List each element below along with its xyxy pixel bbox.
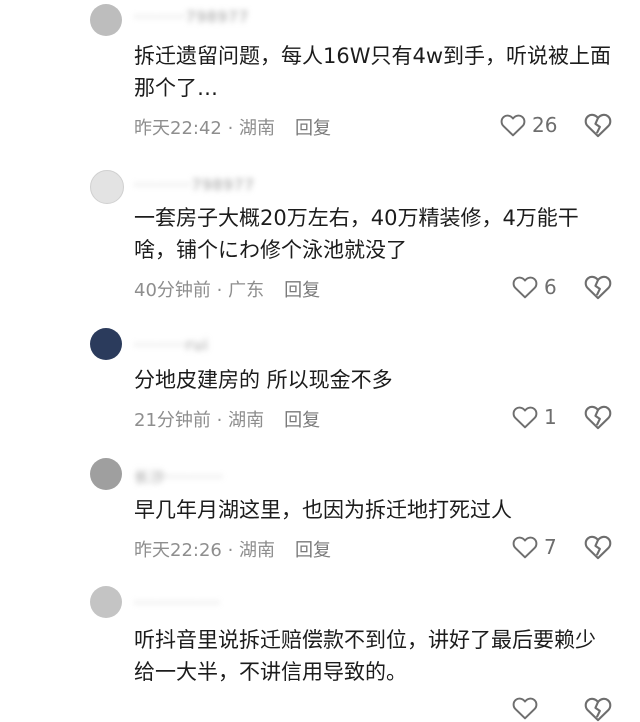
heart-outline-icon xyxy=(500,114,526,137)
username[interactable]: ··············· xyxy=(134,594,221,612)
comment-meta: 21分钟前 · 湖南 回复 xyxy=(134,406,320,432)
like-button[interactable]: 1 xyxy=(512,405,557,429)
avatar[interactable] xyxy=(90,458,122,490)
comment-location: 湖南 xyxy=(228,410,265,431)
comment-meta: 40分钟前 · 广东 回复 xyxy=(134,276,320,302)
username[interactable]: ·········798977 xyxy=(134,8,249,26)
comment-time: 21分钟前 xyxy=(134,410,211,431)
comment-time: 昨天22:26 xyxy=(134,540,222,561)
heart-outline-icon xyxy=(512,406,538,429)
meta-separator: · xyxy=(221,118,240,139)
like-count: 7 xyxy=(544,535,557,559)
reply-button[interactable]: 回复 xyxy=(295,540,331,561)
username[interactable]: 长沙·········· xyxy=(134,466,224,486)
comment-text: 拆迁遗留问题，每人16W只有4w到手，听说被上面那个了… xyxy=(134,44,612,100)
comment-meta: 昨天22:42 · 湖南 回复 xyxy=(134,114,331,140)
avatar[interactable] xyxy=(90,586,122,618)
reply-button[interactable]: 回复 xyxy=(284,410,320,431)
meta-separator: · xyxy=(210,410,229,431)
reply-button[interactable]: 回复 xyxy=(284,280,320,301)
comment-location: 湖南 xyxy=(239,118,276,139)
broken-heart-icon[interactable] xyxy=(584,274,612,300)
avatar[interactable] xyxy=(90,328,122,360)
like-count: 26 xyxy=(532,113,558,137)
username[interactable]: ··········798977 xyxy=(134,176,255,194)
like-button[interactable] xyxy=(512,696,544,720)
comment-time: 昨天22:42 xyxy=(134,118,222,139)
comment-location: 广东 xyxy=(228,280,265,301)
comment-time: 40分钟前 xyxy=(134,280,211,301)
like-button[interactable]: 26 xyxy=(500,113,557,137)
meta-separator: · xyxy=(210,280,229,301)
like-count: 1 xyxy=(544,405,557,429)
avatar[interactable] xyxy=(90,170,124,204)
heart-outline-icon xyxy=(512,276,538,299)
username[interactable]: ·········rui xyxy=(134,336,209,354)
meta-separator: · xyxy=(221,540,240,561)
broken-heart-icon[interactable] xyxy=(584,534,612,560)
comment-meta: 昨天22:26 · 湖南 回复 xyxy=(134,536,331,562)
broken-heart-icon[interactable] xyxy=(584,696,612,722)
comment-text: 早几年月湖这里，也因为拆迁地打死过人 xyxy=(134,498,512,522)
like-button[interactable]: 7 xyxy=(512,535,557,559)
comment-location: 湖南 xyxy=(239,540,276,561)
heart-outline-icon xyxy=(512,536,538,559)
heart-outline-icon xyxy=(512,697,538,720)
like-button[interactable]: 6 xyxy=(512,275,557,299)
comment-text: 一套房子大概20万左右，40万精装修，4万能干啥，铺个にわ修个泳池就没了 xyxy=(134,206,579,262)
comment-text: 分地皮建房的 所以现金不多 xyxy=(134,368,393,392)
broken-heart-icon[interactable] xyxy=(584,404,612,430)
comment-text: 听抖音里说拆迁赔偿款不到位，讲好了最后要赖少给一大半，不讲信用导致的。 xyxy=(134,628,596,684)
broken-heart-icon[interactable] xyxy=(584,112,612,138)
reply-button[interactable]: 回复 xyxy=(295,118,331,139)
like-count: 6 xyxy=(544,275,557,299)
avatar[interactable] xyxy=(90,4,122,36)
